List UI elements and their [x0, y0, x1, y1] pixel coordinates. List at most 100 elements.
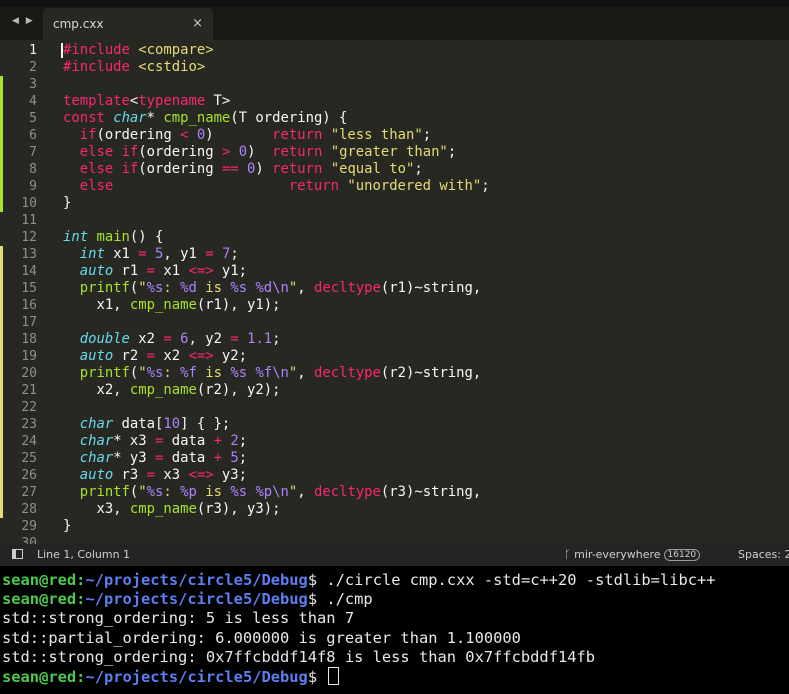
- code-line[interactable]: 25 char* y3 = data + 5;: [0, 450, 789, 467]
- code-text: auto r2 = x2 <=> y2;: [63, 348, 247, 365]
- code-area[interactable]: 1 #include <compare> 2 #include <cstdio> 3 4 t…: [0, 42, 789, 544]
- code-line[interactable]: 1 #include <compare>: [0, 42, 789, 59]
- code-line[interactable]: 4 template<typename T>: [0, 93, 789, 110]
- code-token: else: [79, 144, 114, 160]
- code-line[interactable]: 22: [0, 399, 789, 416]
- code-token: 0: [238, 144, 248, 160]
- tab-cmp-cxx[interactable]: cmp.cxx ×: [43, 8, 213, 40]
- code-token: , y2: [188, 331, 231, 347]
- code-text: else if(ordering > 0) return "greater th…: [63, 144, 456, 161]
- code-line[interactable]: 3: [0, 76, 789, 93]
- code-token: =: [138, 246, 147, 262]
- code-token: %s: [146, 484, 164, 500]
- code-token: y2;: [213, 348, 248, 364]
- terminal-line-1: sean@red:~/projects/circle5/Debug$ ./cir…: [0, 571, 789, 590]
- code-token: "unordered with": [347, 178, 482, 194]
- code-token: %s: [230, 280, 248, 296]
- code-token: x3: [155, 467, 189, 483]
- code-token: cmp_name: [129, 501, 197, 517]
- code-token: ): [205, 127, 273, 143]
- code-line[interactable]: 8 else if(ordering == 0) return "equal t…: [0, 161, 789, 178]
- line-number: 14: [21, 264, 37, 279]
- code-text: int main() {: [63, 229, 163, 246]
- code-line[interactable]: 19 auto r2 = x2 <=> y2;: [0, 348, 789, 365]
- prompt-path: ~/projects/circle5/Debug: [85, 571, 308, 589]
- code-token: else: [79, 161, 114, 177]
- code-token: ): [255, 161, 273, 177]
- code-line[interactable]: 30: [0, 535, 789, 544]
- code-token: ] { };: [180, 416, 231, 432]
- code-text: x1, cmp_name(r1), y1);: [63, 297, 280, 314]
- code-token: include: [71, 42, 130, 58]
- code-token: %d: [180, 280, 197, 296]
- code-line[interactable]: 20 printf("%s: %f is %s %f\n", decltype(…: [0, 365, 789, 382]
- line-number: 9: [29, 179, 37, 194]
- code-text: const char* cmp_name(T ordering) {: [63, 110, 347, 127]
- code-line[interactable]: 16 x1, cmp_name(r1), y1);: [0, 297, 789, 314]
- code-line[interactable]: 29}: [0, 518, 789, 535]
- code-token: ;: [447, 144, 457, 160]
- cursor-position[interactable]: Line 1, Column 1: [37, 548, 130, 561]
- code-token: data: [163, 450, 214, 466]
- code-line[interactable]: 7 else if(ordering > 0) return "greater …: [0, 144, 789, 161]
- code-line[interactable]: 5 const char* cmp_name(T ordering) {: [0, 110, 789, 127]
- git-branch[interactable]: ᚴ mir-everywhere 16120: [564, 548, 701, 561]
- code-token: decltype: [314, 365, 381, 381]
- code-line[interactable]: 15 printf("%s: %d is %s %d\n", decltype(…: [0, 280, 789, 297]
- branch-name: mir-everywhere: [574, 548, 661, 561]
- code-token: return: [272, 127, 323, 143]
- line-number: 28: [21, 502, 37, 517]
- code-token: y1;: [213, 263, 248, 279]
- code-token: ": [138, 484, 147, 500]
- code-token: x1: [155, 263, 189, 279]
- line-number: 26: [21, 468, 37, 483]
- terminal[interactable]: sean@red:~/projects/circle5/Debug$ ./cir…: [0, 566, 789, 694]
- line-number: 8: [29, 162, 37, 177]
- prompt-end: $: [307, 667, 327, 686]
- code-line[interactable]: 12 int main() {: [0, 229, 789, 246]
- line-number: 27: [21, 485, 37, 500]
- code-token: x2,: [63, 382, 130, 398]
- code-line[interactable]: 27 printf("%s: %p is %s %p\n", decltype(…: [0, 484, 789, 501]
- code-text: char* y3 = data + 5;: [63, 450, 247, 467]
- code-token: (r1)~string,: [380, 280, 482, 296]
- code-line[interactable]: 9 else return "unordered with";: [0, 178, 789, 195]
- code-token: T ordering) {: [238, 110, 348, 126]
- code-line[interactable]: 23 char data[10] { };: [0, 416, 789, 433]
- panel-toggle-icon[interactable]: [12, 549, 23, 559]
- code-line[interactable]: 13 int x1 = 5, y1 = 7;: [0, 246, 789, 263]
- tab-bar: ◀ ▶ cmp.cxx ×: [0, 0, 789, 40]
- tab-nav-arrows-icon[interactable]: ◀ ▶: [12, 16, 35, 26]
- code-token: () {: [129, 229, 164, 245]
- code-line[interactable]: 26 auto r3 = x3 <=> y3;: [0, 467, 789, 484]
- code-token: ": [138, 280, 147, 296]
- code-line[interactable]: 10}: [0, 195, 789, 212]
- code-line[interactable]: 21 x2, cmp_name(r2), y2);: [0, 382, 789, 399]
- code-token: main: [96, 229, 130, 245]
- code-line[interactable]: 2 #include <cstdio>: [0, 59, 789, 76]
- code-line[interactable]: 6 if(ordering < 0) return "less than";: [0, 127, 789, 144]
- code-token: :: [163, 484, 181, 500]
- code-token: ;: [238, 433, 248, 449]
- indentation-setting[interactable]: Spaces: 2: [738, 548, 789, 561]
- code-line[interactable]: 24 char* x3 = data + 2;: [0, 433, 789, 450]
- code-line[interactable]: 28 x3, cmp_name(r3), y3);: [0, 501, 789, 518]
- code-line[interactable]: 17: [0, 314, 789, 331]
- close-tab-icon[interactable]: ×: [192, 16, 203, 31]
- code-line[interactable]: 11: [0, 212, 789, 229]
- code-token: if: [79, 127, 97, 143]
- code-line[interactable]: 18 double x2 = 6, y2 = 1.1;: [0, 331, 789, 348]
- code-token: (r2)~string,: [380, 365, 482, 381]
- code-line[interactable]: 14 auto r1 = x1 <=> y1;: [0, 263, 789, 280]
- code-token: int: [79, 246, 105, 262]
- code-token: =: [163, 331, 172, 347]
- code-token: <=>: [188, 263, 214, 279]
- code-token: if: [121, 161, 139, 177]
